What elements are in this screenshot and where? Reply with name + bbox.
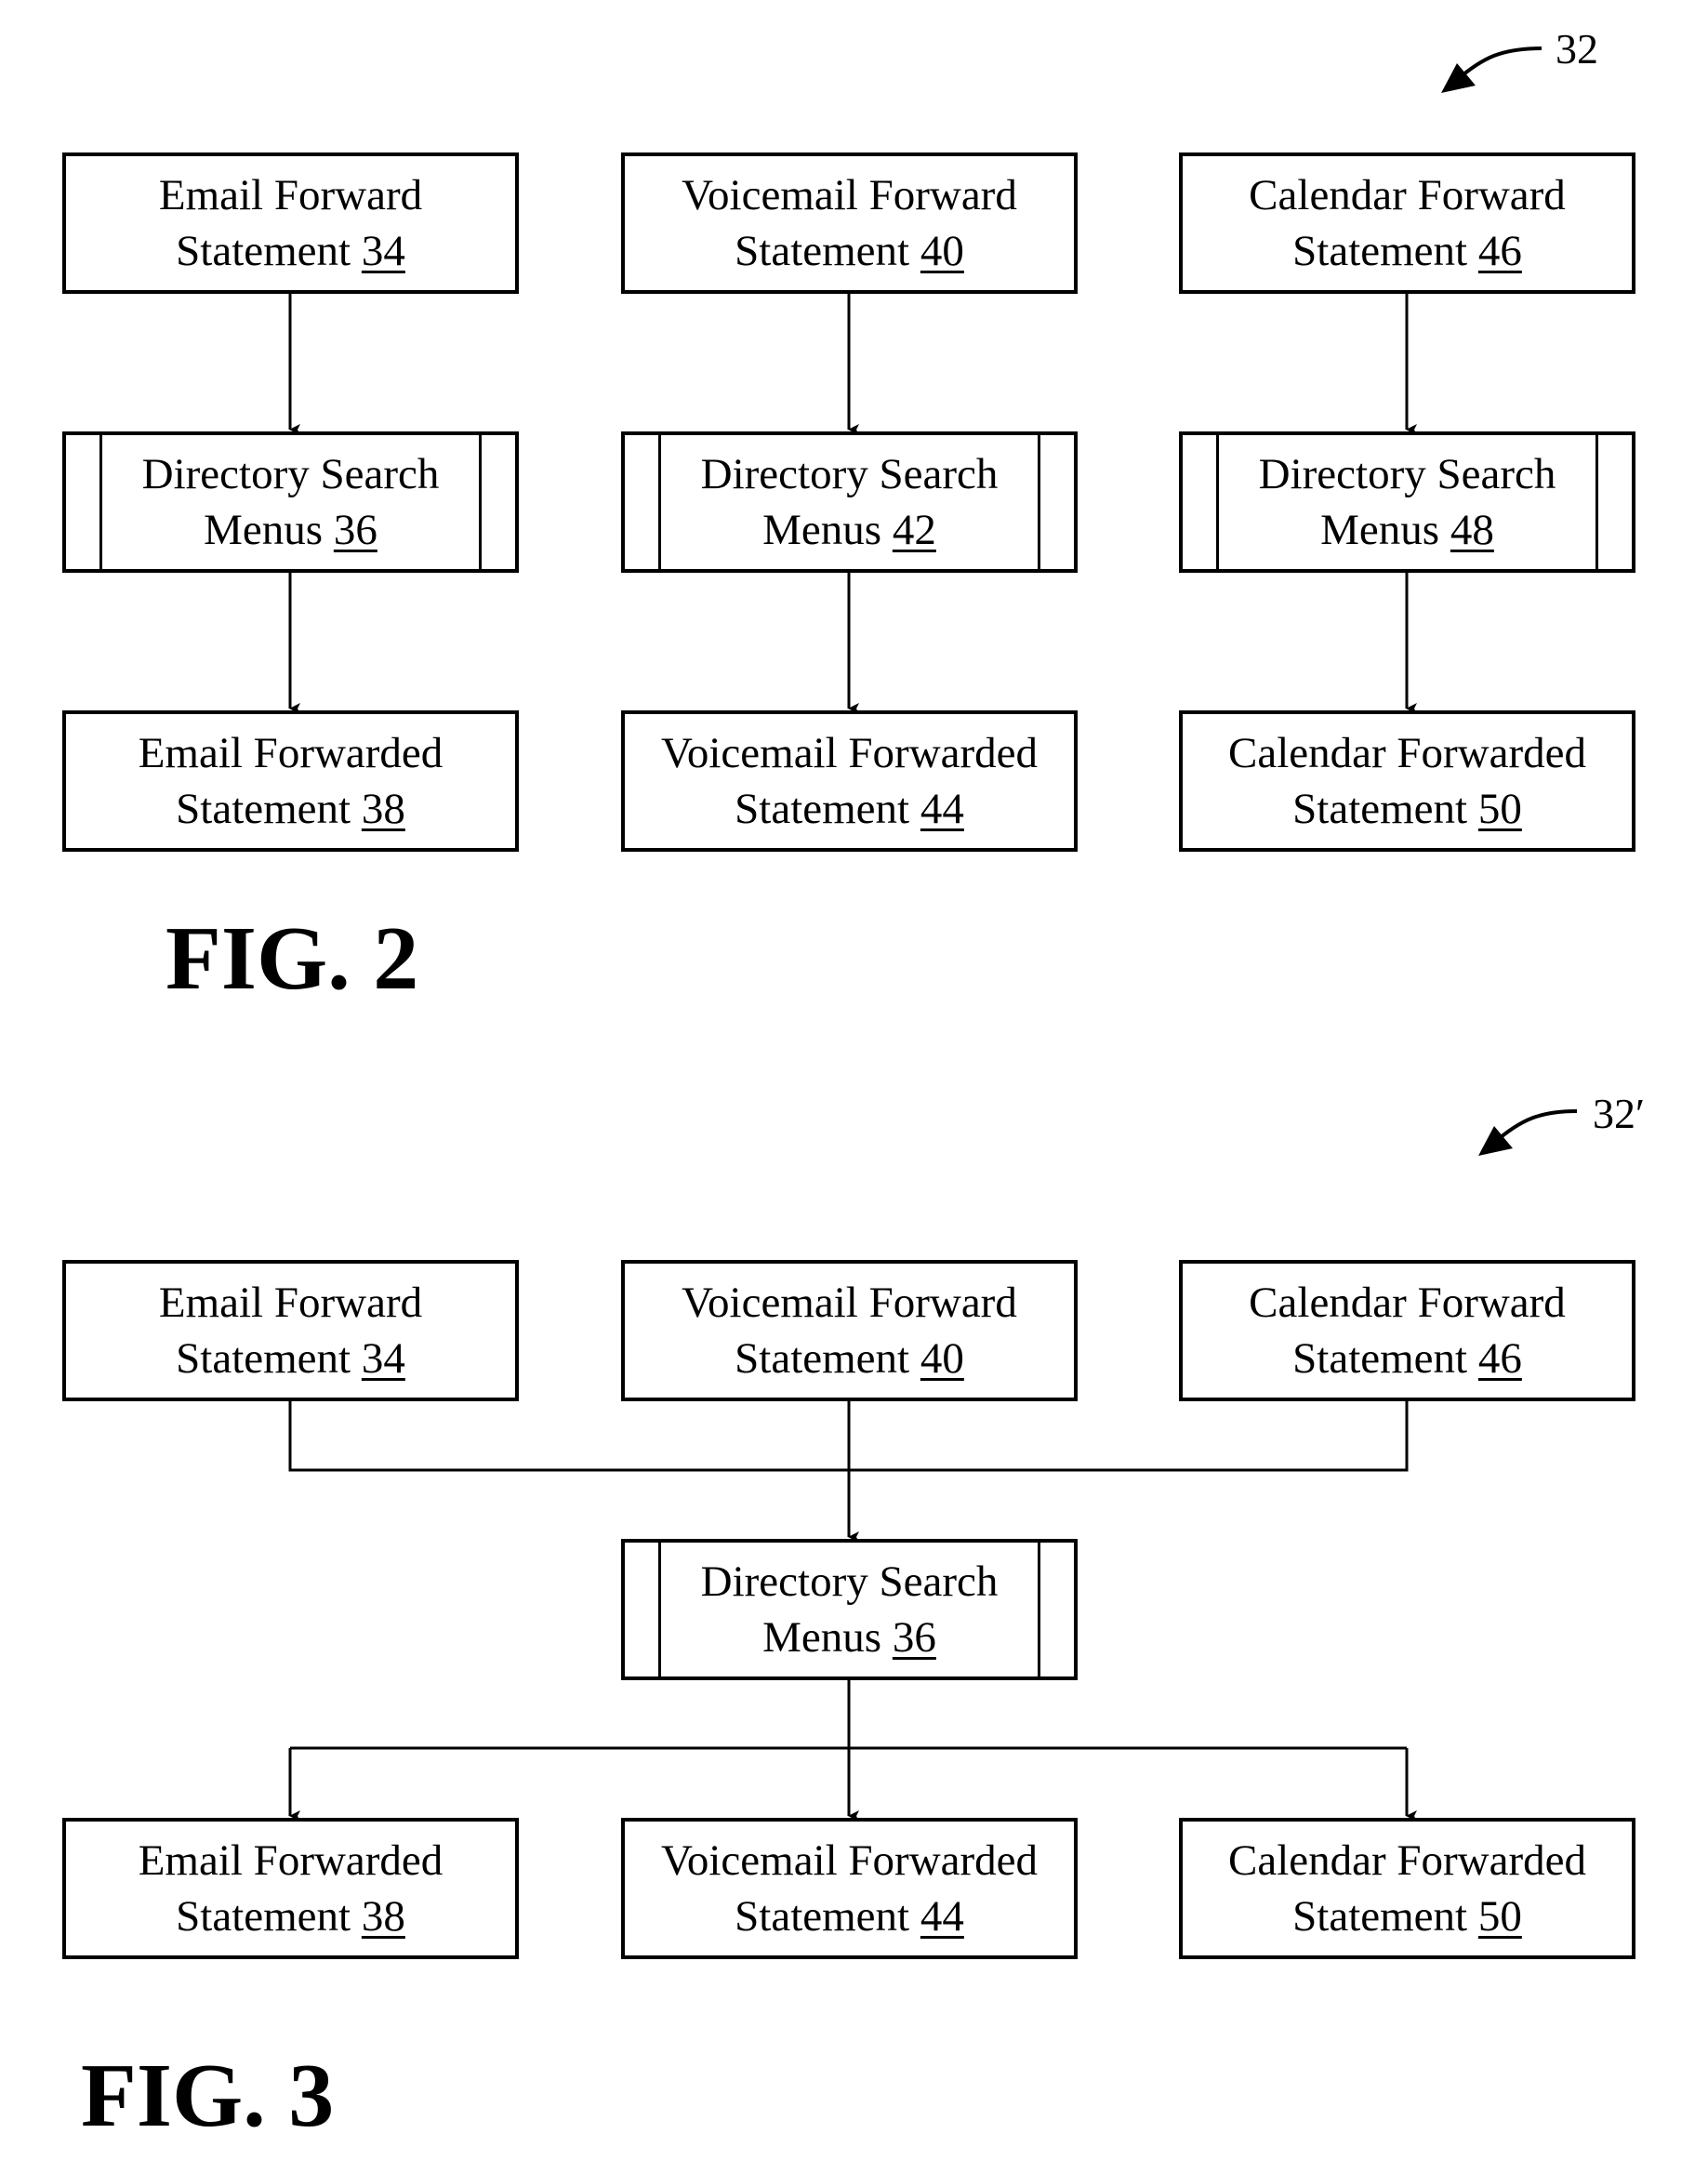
fig2-reference-label: 32 [1556, 25, 1598, 73]
reference-numeral: 38 [361, 1892, 405, 1941]
fig2-caption: FIG. 2 [166, 908, 419, 1009]
box-title: Voicemail Forward [682, 1279, 1017, 1327]
email-forward-statement-box[interactable]: Email Forward Statement 34 [62, 1260, 519, 1401]
reference-numeral: 34 [361, 1334, 405, 1383]
email-forwarded-statement-box[interactable]: Email Forwarded Statement 38 [62, 710, 519, 852]
reference-numeral: 44 [920, 1892, 964, 1941]
reference-numeral: 40 [920, 227, 964, 275]
box-title: Email Forwarded [138, 729, 444, 777]
voicemail-forwarded-statement-box[interactable]: Voicemail Forwarded Statement 44 [621, 710, 1078, 852]
box-title: Email Forward [158, 1279, 423, 1327]
reference-numeral: 36 [333, 506, 377, 554]
directory-search-menus-box-36[interactable]: Directory Search Menus 36 [62, 431, 519, 573]
box-title: Email Forward [158, 171, 423, 219]
email-forwarded-statement-box[interactable]: Email Forwarded Statement 38 [62, 1818, 519, 1959]
voicemail-forward-statement-box[interactable]: Voicemail Forward Statement 40 [621, 1260, 1078, 1401]
directory-search-menus-box-36[interactable]: Directory Search Menus 36 [621, 1539, 1078, 1680]
reference-numeral: 38 [361, 785, 405, 833]
box-title: Calendar Forward [1249, 171, 1566, 219]
directory-search-menus-box-48[interactable]: Directory Search Menus 48 [1179, 431, 1635, 573]
box-title: Directory Search [700, 450, 999, 498]
calendar-forward-statement-box[interactable]: Calendar Forward Statement 46 [1179, 1260, 1635, 1401]
reference-numeral: 34 [361, 227, 405, 275]
ref-arrow-32 [1441, 46, 1542, 93]
box-title: Calendar Forward [1249, 1279, 1566, 1327]
box-title: Voicemail Forwarded [660, 1836, 1039, 1885]
ref-arrow-32-prime [1478, 1109, 1578, 1156]
email-forward-statement-box[interactable]: Email Forward Statement 34 [62, 152, 519, 294]
box-title: Voicemail Forward [682, 171, 1017, 219]
reference-numeral: 48 [1450, 506, 1494, 554]
reference-numeral: 42 [892, 506, 936, 554]
reference-numeral: 46 [1477, 1334, 1522, 1383]
reference-numeral: 46 [1477, 227, 1522, 275]
reference-numeral: 50 [1477, 1892, 1522, 1941]
fig3-caption: FIG. 3 [81, 2046, 335, 2146]
box-title: Calendar Forwarded [1228, 729, 1586, 777]
box-title: Directory Search [1258, 450, 1556, 498]
reference-numeral: 50 [1477, 785, 1522, 833]
calendar-forwarded-statement-box[interactable]: Calendar Forwarded Statement 50 [1179, 710, 1635, 852]
box-title: Directory Search [141, 450, 440, 498]
voicemail-forward-statement-box[interactable]: Voicemail Forward Statement 40 [621, 152, 1078, 294]
box-title: Calendar Forwarded [1228, 1836, 1586, 1885]
reference-numeral: 44 [920, 785, 964, 833]
reference-numeral: 36 [892, 1613, 936, 1662]
fig3-reference-label: 32′ [1593, 1090, 1646, 1137]
calendar-forwarded-statement-box[interactable]: Calendar Forwarded Statement 50 [1179, 1818, 1635, 1959]
voicemail-forwarded-statement-box[interactable]: Voicemail Forwarded Statement 44 [621, 1818, 1078, 1959]
box-title: Directory Search [700, 1557, 999, 1606]
directory-search-menus-box-42[interactable]: Directory Search Menus 42 [621, 431, 1078, 573]
reference-numeral: 40 [920, 1334, 964, 1383]
box-title: Voicemail Forwarded [660, 729, 1039, 777]
calendar-forward-statement-box[interactable]: Calendar Forward Statement 46 [1179, 152, 1635, 294]
box-title: Email Forwarded [138, 1836, 444, 1885]
